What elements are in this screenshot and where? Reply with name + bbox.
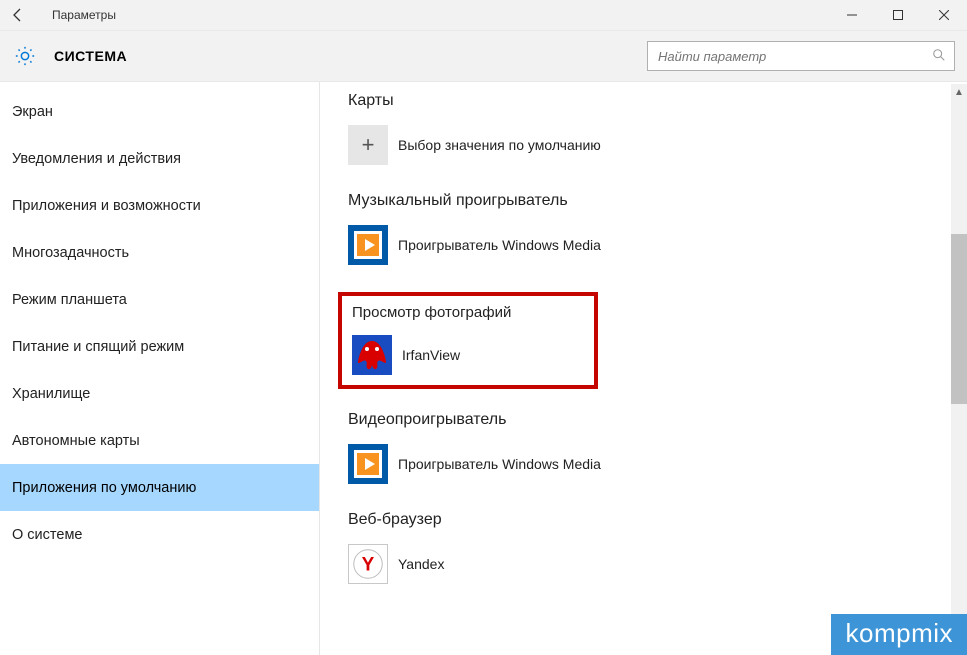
svg-text:Y: Y bbox=[362, 555, 375, 576]
close-icon bbox=[939, 10, 949, 20]
scrollbar[interactable]: ▲ ▼ bbox=[951, 84, 967, 655]
choose-default-maps[interactable]: + Выбор значения по умолчанию bbox=[348, 124, 967, 166]
windows-media-player-icon bbox=[348, 225, 388, 265]
yandex-icon: Y bbox=[348, 544, 388, 584]
sidebar-item-label: Приложения по умолчанию bbox=[12, 480, 196, 496]
sidebar-item-apps-features[interactable]: Приложения и возможности bbox=[0, 182, 319, 229]
default-app-group-maps: Карты + Выбор значения по умолчанию bbox=[348, 92, 967, 166]
sidebar-item-label: Многозадачность bbox=[12, 245, 129, 261]
windows-media-player-icon bbox=[348, 444, 388, 484]
scroll-up-button[interactable]: ▲ bbox=[951, 84, 967, 100]
scroll-thumb[interactable] bbox=[951, 234, 967, 404]
sidebar-item-label: Хранилище bbox=[12, 386, 90, 402]
group-heading: Карты bbox=[348, 92, 967, 110]
content-panel: Карты + Выбор значения по умолчанию Музы… bbox=[320, 82, 967, 655]
sidebar-item-label: Режим планшета bbox=[12, 292, 127, 308]
sidebar-item-default-apps[interactable]: Приложения по умолчанию bbox=[0, 464, 319, 511]
default-app-group-browser: Веб-браузер Y Yandex bbox=[348, 511, 967, 585]
sidebar-item-tablet-mode[interactable]: Режим планшета bbox=[0, 276, 319, 323]
watermark: kompmix bbox=[831, 614, 967, 655]
sidebar-item-notifications[interactable]: Уведомления и действия bbox=[0, 135, 319, 182]
sidebar-item-label: Приложения и возможности bbox=[12, 198, 201, 214]
choose-default-video[interactable]: Проигрыватель Windows Media bbox=[348, 443, 967, 485]
settings-gear-icon bbox=[14, 45, 36, 67]
sidebar-item-power-sleep[interactable]: Питание и спящий режим bbox=[0, 323, 319, 370]
sidebar-item-storage[interactable]: Хранилище bbox=[0, 370, 319, 417]
choose-default-music[interactable]: Проигрыватель Windows Media bbox=[348, 224, 967, 266]
group-heading: Веб-браузер bbox=[348, 511, 967, 529]
maximize-icon bbox=[893, 10, 903, 20]
minimize-button[interactable] bbox=[829, 0, 875, 30]
default-app-group-video: Видеопроигрыватель Проигрыватель Windows… bbox=[348, 411, 967, 485]
maximize-button[interactable] bbox=[875, 0, 921, 30]
choose-default-photos[interactable]: IrfanView bbox=[352, 335, 584, 375]
back-button[interactable] bbox=[10, 7, 44, 23]
header: СИСТЕМА bbox=[0, 31, 967, 82]
choose-default-browser[interactable]: Y Yandex bbox=[348, 543, 967, 585]
app-label: Выбор значения по умолчанию bbox=[398, 137, 601, 153]
sidebar-item-multitasking[interactable]: Многозадачность bbox=[0, 229, 319, 276]
default-app-group-photos-highlight: Просмотр фотографий IrfanView bbox=[338, 292, 598, 389]
search-box[interactable] bbox=[647, 41, 955, 71]
window-title: Параметры bbox=[52, 8, 116, 22]
sidebar-item-label: О системе bbox=[12, 527, 82, 543]
search-icon bbox=[932, 48, 946, 65]
default-app-group-music: Музыкальный проигрыватель Проигрыватель … bbox=[348, 192, 967, 266]
minimize-icon bbox=[847, 10, 857, 20]
app-label: Проигрыватель Windows Media bbox=[398, 456, 601, 472]
arrow-left-icon bbox=[10, 7, 26, 23]
app-label: Проигрыватель Windows Media bbox=[398, 237, 601, 253]
sidebar-item-offline-maps[interactable]: Автономные карты bbox=[0, 417, 319, 464]
sidebar-item-label: Уведомления и действия bbox=[12, 151, 181, 167]
app-label: Yandex bbox=[398, 556, 444, 572]
group-heading: Музыкальный проигрыватель bbox=[348, 192, 967, 210]
app-label: IrfanView bbox=[402, 347, 460, 363]
titlebar: Параметры bbox=[0, 0, 967, 31]
search-input[interactable] bbox=[656, 48, 932, 65]
sidebar-item-label: Экран bbox=[12, 104, 53, 120]
sidebar-item-display[interactable]: Экран bbox=[0, 88, 319, 135]
close-button[interactable] bbox=[921, 0, 967, 30]
plus-icon: + bbox=[348, 125, 388, 165]
sidebar-item-label: Автономные карты bbox=[12, 433, 140, 449]
sidebar-item-label: Питание и спящий режим bbox=[12, 339, 184, 355]
group-heading: Просмотр фотографий bbox=[352, 304, 584, 321]
window-controls bbox=[829, 0, 967, 30]
irfanview-icon bbox=[352, 335, 392, 375]
sidebar-item-about[interactable]: О системе bbox=[0, 511, 319, 558]
sidebar: Экран Уведомления и действия Приложения … bbox=[0, 82, 320, 655]
group-heading: Видеопроигрыватель bbox=[348, 411, 967, 429]
page-title: СИСТЕМА bbox=[54, 48, 127, 64]
